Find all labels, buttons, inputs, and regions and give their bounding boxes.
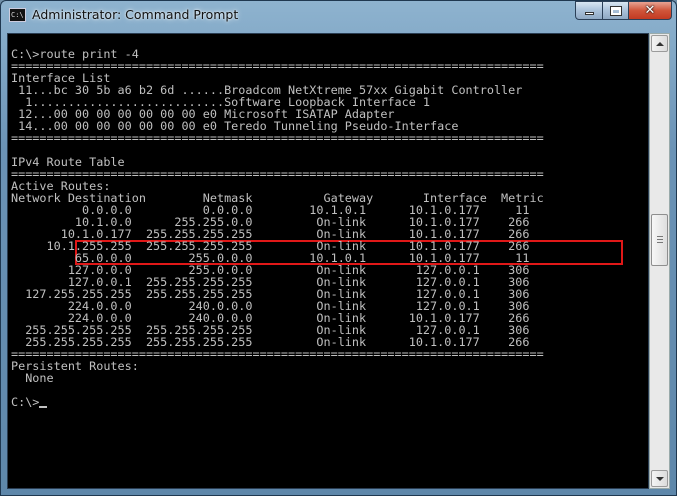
console-output[interactable]: C:\>route print -4 ======================… [7,33,649,489]
minimize-button[interactable] [575,1,603,20]
arrow-up-icon [655,41,664,46]
scroll-up-button[interactable] [651,35,668,52]
maximize-button[interactable] [602,1,629,20]
command-prompt-window: C:\ Administrator: Command Prompt ✕ C:\>… [0,0,677,496]
console-line: None [11,371,54,385]
close-icon: ✕ [644,3,656,18]
scroll-thumb[interactable] [651,214,668,266]
maximize-icon [610,6,621,15]
text-cursor [39,406,47,408]
scroll-down-button[interactable] [651,470,668,487]
window-title: Administrator: Command Prompt [32,7,239,22]
cmd-app-icon[interactable]: C:\ [9,8,26,22]
arrow-down-icon [655,476,664,481]
close-button[interactable]: ✕ [628,1,672,20]
grip-line [657,236,663,237]
vertical-scrollbar[interactable] [649,33,670,489]
minimize-icon [584,12,594,15]
grip-line [657,239,663,240]
title-bar[interactable]: C:\ Administrator: Command Prompt ✕ [1,1,676,31]
grip-line [657,242,663,243]
console-line: ========================================… [11,131,544,145]
console-line: C:\> [11,395,40,409]
